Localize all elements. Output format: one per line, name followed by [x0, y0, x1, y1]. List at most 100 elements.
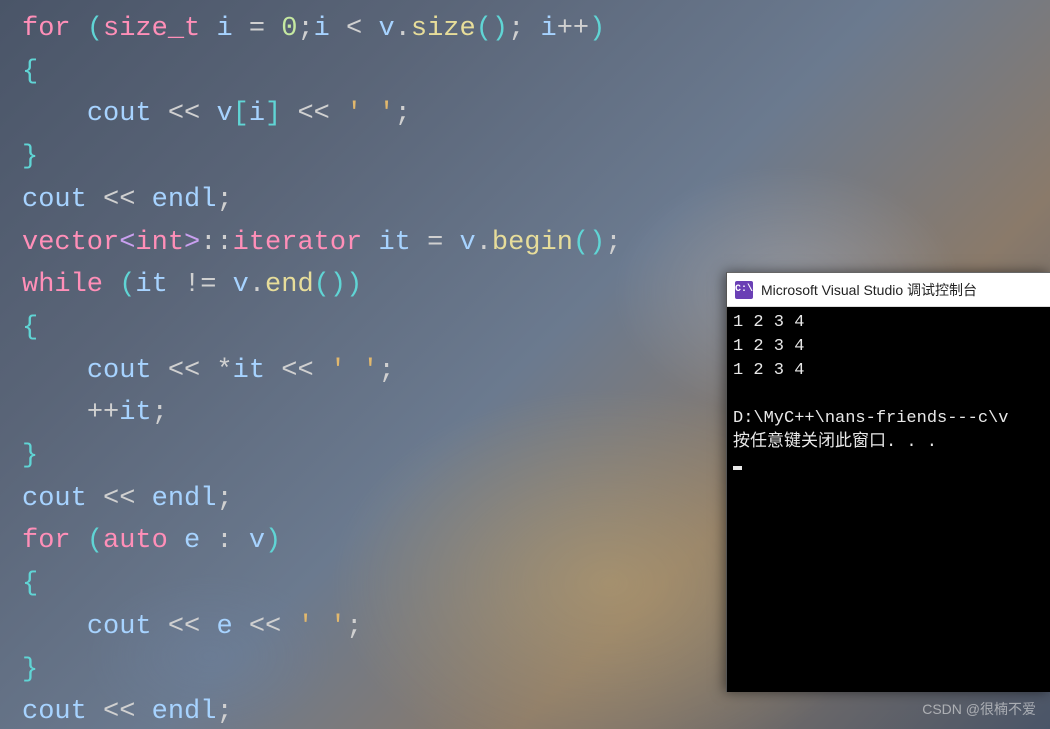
console-line — [733, 383, 1044, 407]
code-token: ; — [508, 14, 540, 44]
code-token: ; — [216, 185, 232, 215]
console-line: 1 2 3 4 — [733, 311, 1044, 335]
code-token: } — [22, 441, 38, 471]
code-token: ' ' — [297, 612, 346, 642]
code-token: { — [22, 57, 38, 87]
code-token: ' ' — [346, 99, 395, 129]
code-token: ; — [152, 398, 168, 428]
code-token: ; — [395, 99, 411, 129]
code-token: . — [249, 270, 265, 300]
console-app-icon: C:\ — [735, 281, 753, 299]
code-token: it — [233, 356, 265, 386]
code-token: ) — [589, 14, 605, 44]
code-token: . — [395, 14, 411, 44]
code-token: << — [233, 612, 298, 642]
code-token: } — [22, 142, 38, 172]
code-token: = — [233, 14, 282, 44]
code-token: } — [22, 655, 38, 685]
code-token: < — [330, 14, 379, 44]
code-token — [200, 14, 216, 44]
code-token: ' ' — [330, 356, 379, 386]
code-token: << — [87, 185, 152, 215]
code-token: auto — [103, 526, 168, 556]
code-token: :: — [200, 228, 232, 258]
code-token: { — [22, 313, 38, 343]
code-editor[interactable]: for (size_t i = 0;i < v.size(); i++) { c… — [22, 8, 622, 729]
code-token: << — [152, 99, 217, 129]
code-token: for — [22, 14, 71, 44]
code-token — [362, 228, 378, 258]
code-token: it — [135, 270, 167, 300]
code-token: ; — [346, 612, 362, 642]
console-output[interactable]: 1 2 3 41 2 3 41 2 3 4 D:\MyC++\nans-frie… — [727, 307, 1050, 483]
code-token: vector — [22, 228, 119, 258]
watermark: CSDN @很楠不爱 — [922, 699, 1036, 719]
code-token: : — [200, 526, 249, 556]
code-token — [22, 99, 87, 129]
code-token: endl — [152, 185, 217, 215]
code-token: != — [168, 270, 233, 300]
code-token: cout — [22, 697, 87, 727]
code-token: size — [411, 14, 476, 44]
code-token: i — [249, 99, 265, 129]
code-token: ; — [216, 697, 232, 727]
code-token: < — [119, 228, 135, 258]
code-token: cout — [22, 484, 87, 514]
code-token: << — [87, 484, 152, 514]
code-token: = — [411, 228, 460, 258]
code-token: for — [22, 526, 71, 556]
code-token: 0 — [281, 14, 297, 44]
console-line: 1 2 3 4 — [733, 359, 1044, 383]
code-token: e — [216, 612, 232, 642]
code-token — [71, 526, 87, 556]
code-token: endl — [152, 697, 217, 727]
code-token: i — [314, 14, 330, 44]
code-token: e — [184, 526, 200, 556]
code-token: it — [378, 228, 410, 258]
code-token: v — [249, 526, 265, 556]
code-token: ; — [216, 484, 232, 514]
code-token — [71, 14, 87, 44]
code-token: << — [87, 697, 152, 727]
code-token: << — [265, 356, 330, 386]
code-token: endl — [152, 484, 217, 514]
debug-console-window[interactable]: C:\ Microsoft Visual Studio 调试控制台 1 2 3 … — [726, 272, 1050, 692]
code-token: while — [22, 270, 103, 300]
code-token: ] — [265, 99, 281, 129]
code-token: << * — [152, 356, 233, 386]
code-token: int — [135, 228, 184, 258]
code-token: ) — [346, 270, 362, 300]
code-token — [22, 356, 87, 386]
code-token: ; — [297, 14, 313, 44]
console-cursor — [733, 466, 742, 470]
console-titlebar[interactable]: C:\ Microsoft Visual Studio 调试控制台 — [727, 273, 1050, 307]
code-token: v — [459, 228, 475, 258]
code-token: () — [476, 14, 508, 44]
code-token: cout — [87, 612, 152, 642]
code-token: i — [541, 14, 557, 44]
code-token: ++ — [557, 14, 589, 44]
code-token: ( — [87, 526, 103, 556]
code-token: iterator — [233, 228, 363, 258]
console-line: 1 2 3 4 — [733, 335, 1044, 359]
code-token — [22, 612, 87, 642]
code-token: { — [22, 569, 38, 599]
console-title: Microsoft Visual Studio 调试控制台 — [761, 280, 977, 300]
code-token: ; — [378, 356, 394, 386]
code-token — [168, 526, 184, 556]
code-token: begin — [492, 228, 573, 258]
code-token: ++ — [87, 398, 119, 428]
code-token: . — [476, 228, 492, 258]
console-line: 按任意键关闭此窗口. . . — [733, 431, 1044, 455]
code-token — [103, 270, 119, 300]
code-token: v — [216, 99, 232, 129]
code-token: cout — [22, 185, 87, 215]
code-token: ) — [265, 526, 281, 556]
code-token: ( — [87, 14, 103, 44]
code-token: () — [573, 228, 605, 258]
code-token: cout — [87, 356, 152, 386]
code-token: [ — [233, 99, 249, 129]
code-token: ; — [605, 228, 621, 258]
code-token: << — [152, 612, 217, 642]
code-token: i — [216, 14, 232, 44]
